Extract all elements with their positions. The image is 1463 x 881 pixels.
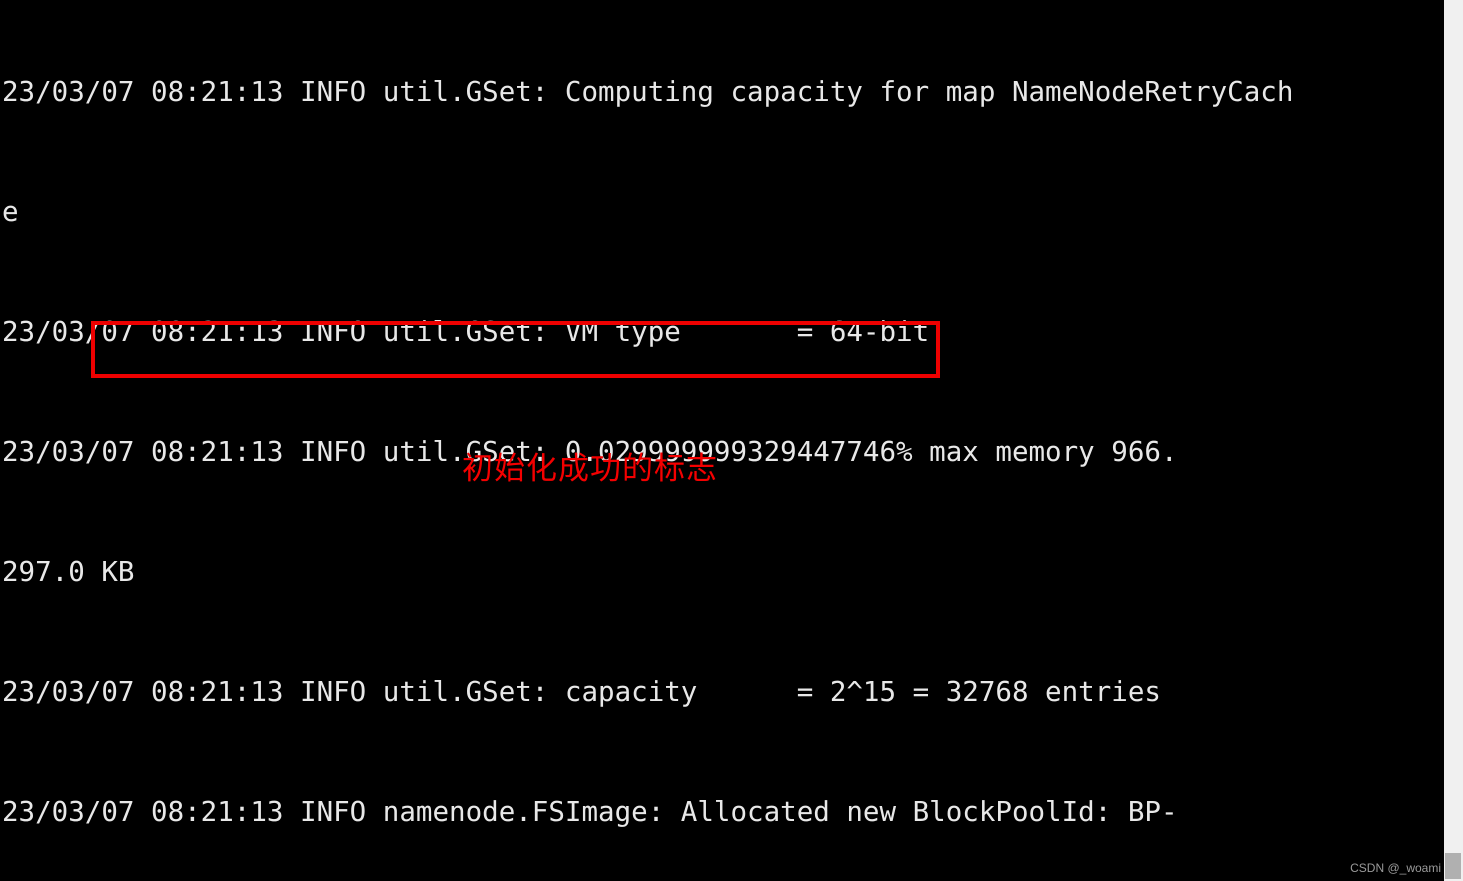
terminal-screenshot: 23/03/07 08:21:13 INFO util.GSet: Comput… bbox=[0, 0, 1463, 881]
right-scrollbar-gutter[interactable] bbox=[1444, 0, 1463, 881]
terminal-output-pane[interactable]: 23/03/07 08:21:13 INFO util.GSet: Comput… bbox=[0, 0, 1444, 881]
log-line: 23/03/07 08:21:13 INFO util.GSet: Comput… bbox=[2, 76, 1294, 108]
log-line: 297.0 KB bbox=[2, 556, 135, 588]
annotation-note-text: 初始化成功的标志 bbox=[462, 451, 718, 487]
watermark-block bbox=[1445, 853, 1461, 879]
log-line: 23/03/07 08:21:13 INFO util.GSet: VM typ… bbox=[2, 316, 930, 348]
watermark-text: CSDN @_woami bbox=[1350, 861, 1441, 875]
terminal-text-block: 23/03/07 08:21:13 INFO util.GSet: Comput… bbox=[2, 0, 1293, 881]
log-line: 23/03/07 08:21:13 INFO namenode.FSImage:… bbox=[2, 796, 1178, 828]
log-line: e bbox=[2, 196, 19, 228]
log-line: 23/03/07 08:21:13 INFO util.GSet: capaci… bbox=[2, 676, 1161, 708]
